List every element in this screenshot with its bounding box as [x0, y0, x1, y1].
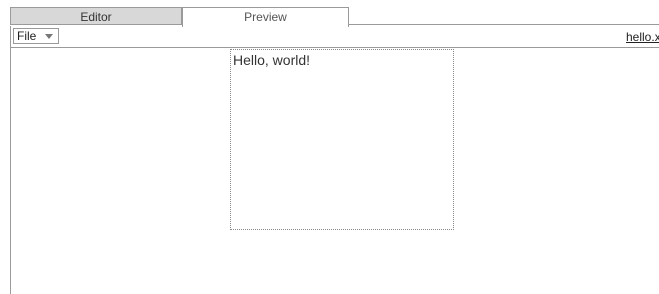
preview-frame: Hello, world!: [230, 49, 454, 230]
chevron-down-icon: [45, 34, 53, 39]
file-menu-label: File: [17, 29, 37, 43]
preview-panel: File hello.xml Hello, world!: [10, 26, 659, 294]
preview-area: Hello, world!: [11, 48, 659, 294]
tab-editor[interactable]: Editor: [10, 7, 182, 25]
file-name-link[interactable]: hello.xml: [626, 30, 659, 44]
toolbar: File hello.xml: [11, 26, 659, 48]
app-window: Editor Preview File hello.xml Hello, wor…: [0, 0, 659, 294]
file-menu-dropdown[interactable]: File: [13, 28, 59, 44]
tab-strip: Editor Preview: [0, 0, 659, 27]
tab-strip-divider: [348, 24, 659, 25]
tab-preview[interactable]: Preview: [182, 7, 349, 27]
preview-content: Hello, world!: [233, 52, 311, 68]
